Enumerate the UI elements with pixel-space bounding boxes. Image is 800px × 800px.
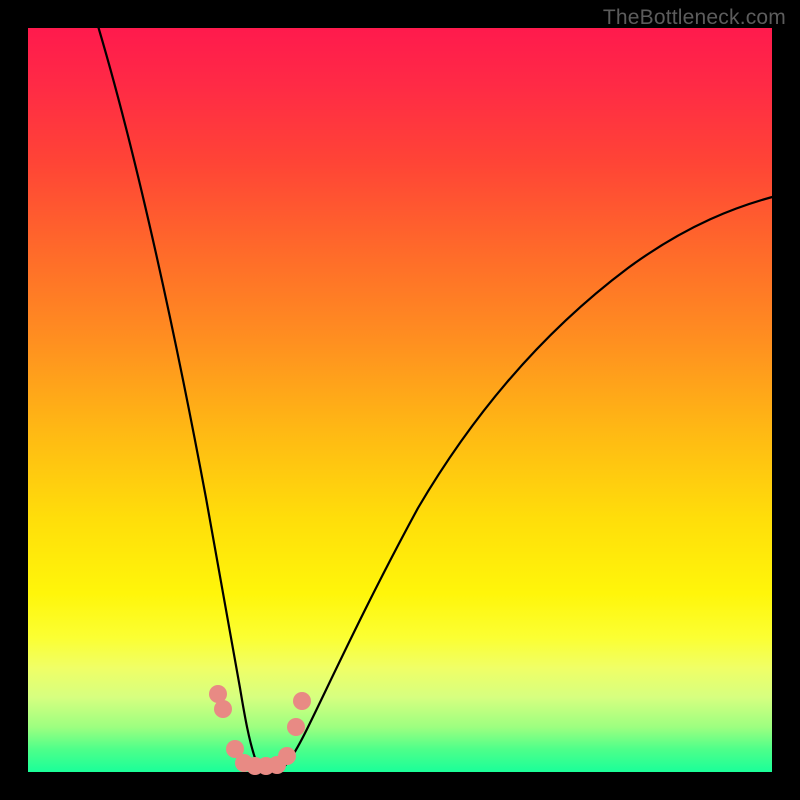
- chart-frame: TheBottleneck.com: [0, 0, 800, 800]
- dot: [293, 692, 311, 710]
- dot: [278, 747, 296, 765]
- valley-dots: [209, 685, 311, 775]
- curve-left-branch: [95, 16, 264, 771]
- dot: [287, 718, 305, 736]
- curve-right-branch: [278, 196, 776, 771]
- dot: [214, 700, 232, 718]
- watermark-text: TheBottleneck.com: [603, 6, 786, 30]
- curve-layer: [28, 28, 772, 772]
